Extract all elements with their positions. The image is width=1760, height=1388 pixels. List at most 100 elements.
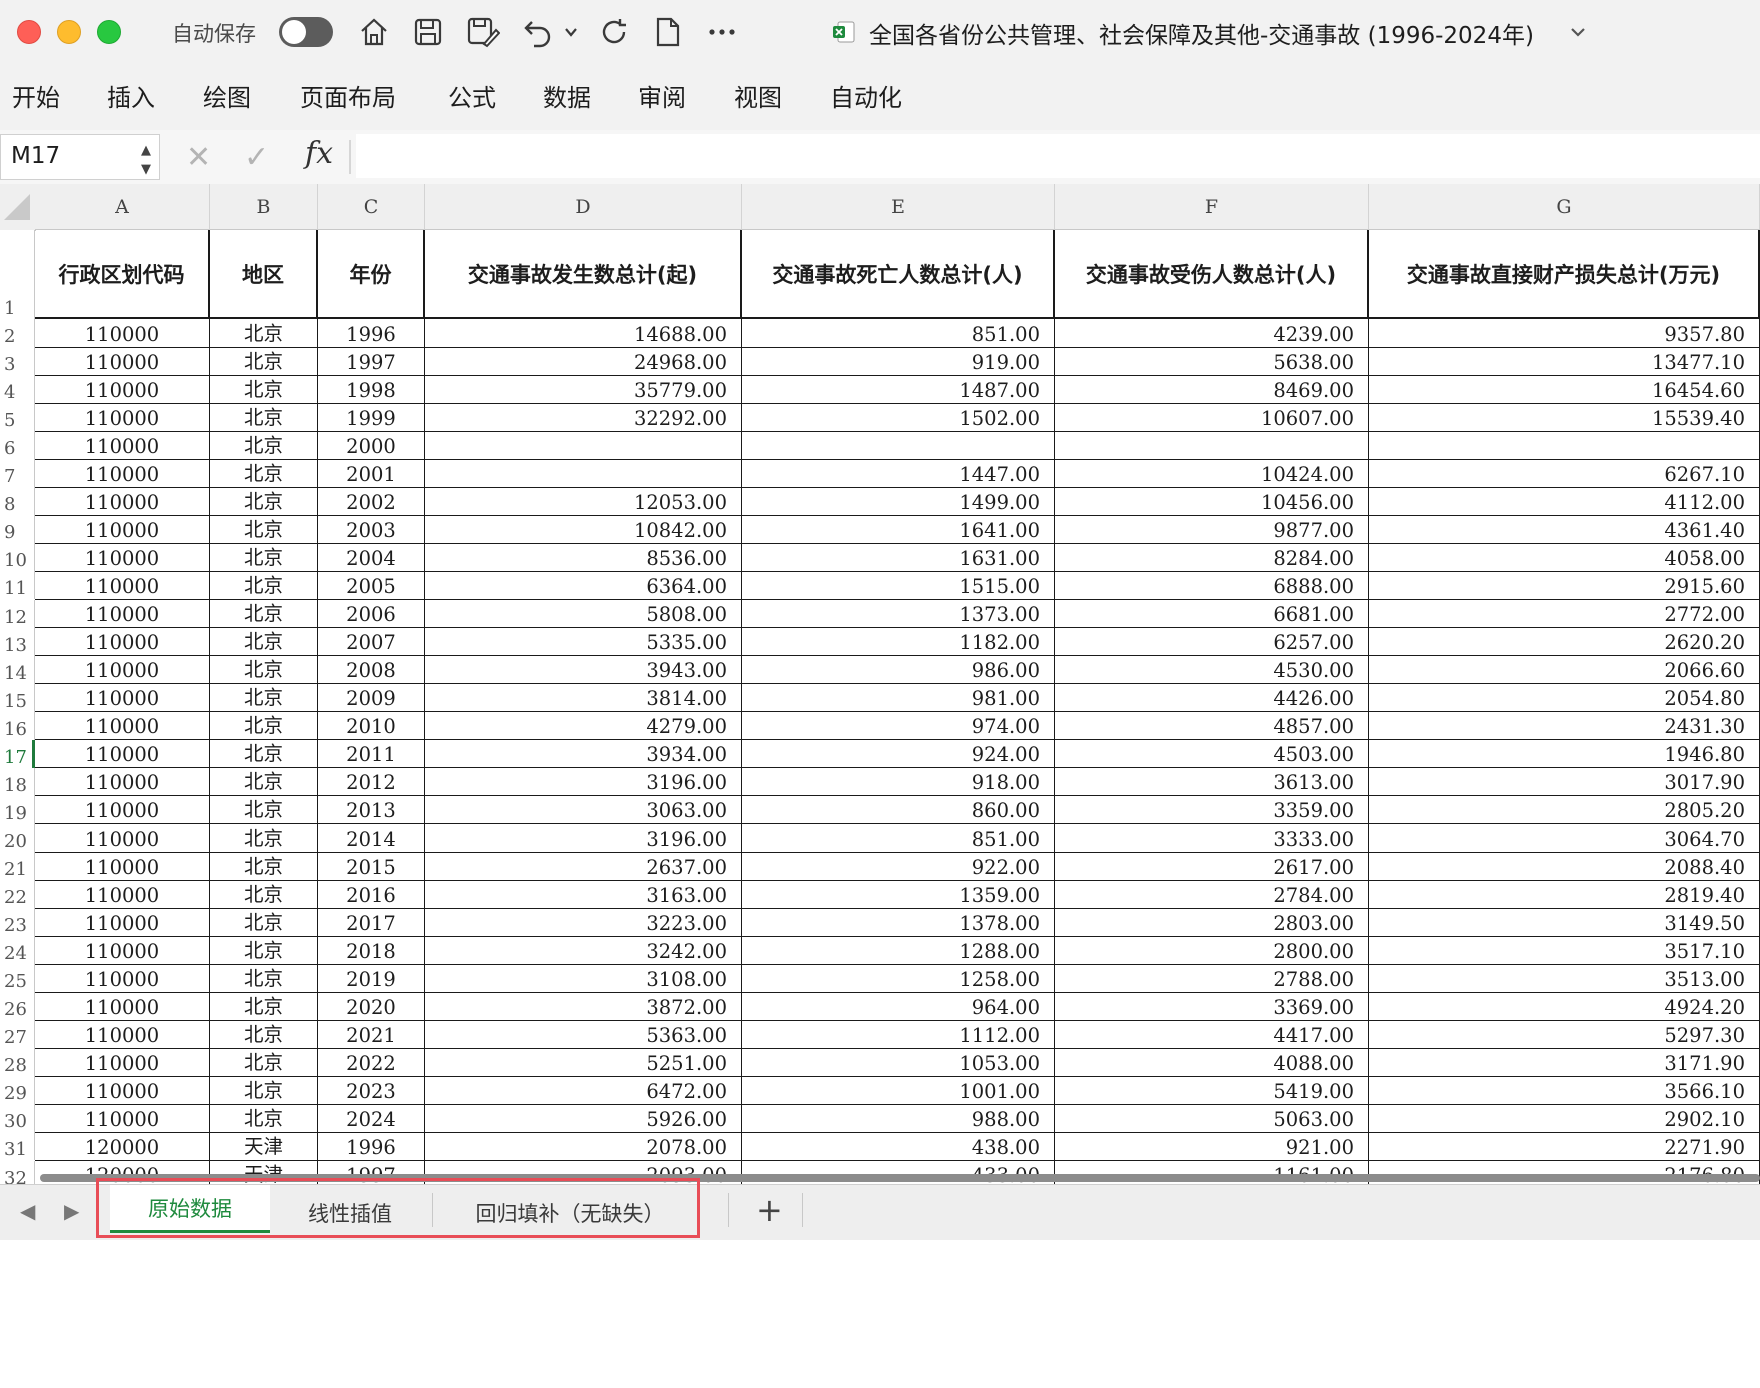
select-all-corner[interactable]: [0, 184, 36, 231]
save-as-icon[interactable]: [464, 14, 502, 50]
table-cell[interactable]: 北京: [210, 403, 318, 432]
tab-insert[interactable]: 插入: [107, 78, 155, 113]
table-cell[interactable]: 2020: [318, 992, 425, 1021]
table-cell[interactable]: 110000: [35, 599, 210, 629]
table-cell[interactable]: 1359.00: [742, 880, 1055, 909]
table-cell[interactable]: 2011: [318, 739, 425, 769]
table-cell[interactable]: 110000: [35, 964, 210, 993]
cancel-icon[interactable]: ✕: [186, 140, 211, 175]
table-cell[interactable]: 北京: [210, 375, 318, 404]
row-header[interactable]: 11: [0, 571, 35, 600]
table-cell[interactable]: 2006: [318, 599, 425, 629]
row-header[interactable]: 18: [0, 767, 35, 796]
table-cell[interactable]: 110000: [35, 347, 210, 376]
table-cell[interactable]: 2902.10: [1369, 1104, 1760, 1134]
table-cell[interactable]: 9877.00: [1055, 515, 1369, 544]
table-cell[interactable]: 1053.00: [742, 1048, 1055, 1077]
row-header[interactable]: 5: [0, 403, 35, 432]
table-cell[interactable]: 2772.00: [1369, 599, 1760, 629]
row-header[interactable]: 7: [0, 459, 35, 488]
redo-icon[interactable]: [596, 14, 632, 50]
table-cell[interactable]: 3242.00: [425, 936, 742, 965]
table-cell[interactable]: 1502.00: [742, 403, 1055, 432]
chevron-down-icon[interactable]: [562, 14, 580, 50]
insert-function-icon[interactable]: fx: [305, 136, 333, 171]
table-cell[interactable]: 110000: [35, 319, 210, 348]
column-header-b[interactable]: B: [210, 184, 318, 230]
table-cell[interactable]: 4279.00: [425, 711, 742, 741]
table-cell[interactable]: 6257.00: [1055, 627, 1369, 657]
row-header[interactable]: 21: [0, 851, 35, 880]
table-cell[interactable]: 2805.20: [1369, 795, 1760, 825]
more-icon[interactable]: [706, 14, 738, 50]
table-cell[interactable]: 3359.00: [1055, 795, 1369, 825]
table-cell[interactable]: 1288.00: [742, 936, 1055, 965]
table-cell[interactable]: 2637.00: [425, 851, 742, 881]
table-cell[interactable]: 2009: [318, 683, 425, 713]
table-cell[interactable]: 2054.80: [1369, 683, 1760, 713]
name-box-stepper-icon[interactable]: ▲ ▼: [141, 141, 151, 179]
table-cell[interactable]: 6888.00: [1055, 571, 1369, 601]
table-cell[interactable]: 110000: [35, 1048, 210, 1077]
table-cell[interactable]: 1487.00: [742, 375, 1055, 404]
table-cell[interactable]: 2016: [318, 880, 425, 909]
row-header[interactable]: 15: [0, 683, 35, 712]
row-header[interactable]: 26: [0, 992, 35, 1021]
table-cell[interactable]: 10842.00: [425, 515, 742, 544]
row-header[interactable]: 20: [0, 823, 35, 852]
table-cell[interactable]: 3566.10: [1369, 1076, 1760, 1105]
table-cell[interactable]: 2012: [318, 767, 425, 797]
table-cell[interactable]: 3872.00: [425, 992, 742, 1021]
header-cell[interactable]: 年份: [318, 230, 425, 319]
row-header[interactable]: 16: [0, 711, 35, 740]
table-cell[interactable]: 2788.00: [1055, 964, 1369, 993]
close-window-button[interactable]: [17, 20, 41, 44]
table-cell[interactable]: 6681.00: [1055, 599, 1369, 629]
table-cell[interactable]: [742, 431, 1055, 460]
table-cell[interactable]: 3943.00: [425, 655, 742, 685]
table-cell[interactable]: 860.00: [742, 795, 1055, 825]
table-cell[interactable]: 2014: [318, 823, 425, 853]
table-cell[interactable]: 4058.00: [1369, 543, 1760, 573]
table-cell[interactable]: 2013: [318, 795, 425, 825]
header-cell[interactable]: 交通事故死亡人数总计(人): [742, 230, 1055, 319]
table-cell[interactable]: 2078.00: [425, 1132, 742, 1162]
table-cell[interactable]: 110000: [35, 1104, 210, 1134]
table-cell[interactable]: 13477.10: [1369, 347, 1760, 376]
table-cell[interactable]: 4361.40: [1369, 515, 1760, 544]
table-cell[interactable]: 2088.40: [1369, 851, 1760, 881]
table-cell[interactable]: 北京: [210, 543, 318, 573]
table-cell[interactable]: 16454.60: [1369, 375, 1760, 404]
table-cell[interactable]: 2001: [318, 459, 425, 488]
prev-sheet-icon[interactable]: ◀: [20, 1199, 35, 1223]
table-cell[interactable]: 120000: [35, 1132, 210, 1162]
table-cell[interactable]: 3333.00: [1055, 823, 1369, 853]
table-cell[interactable]: 10456.00: [1055, 487, 1369, 516]
table-cell[interactable]: 2819.40: [1369, 880, 1760, 909]
table-cell[interactable]: 2431.30: [1369, 711, 1760, 741]
row-header[interactable]: 25: [0, 964, 35, 993]
table-cell[interactable]: 1499.00: [742, 487, 1055, 516]
table-cell[interactable]: 110000: [35, 1076, 210, 1105]
table-cell[interactable]: 北京: [210, 1104, 318, 1134]
table-cell[interactable]: 1631.00: [742, 543, 1055, 573]
table-cell[interactable]: 5063.00: [1055, 1104, 1369, 1134]
table-cell[interactable]: 4426.00: [1055, 683, 1369, 713]
table-cell[interactable]: 110000: [35, 627, 210, 657]
table-cell[interactable]: 6472.00: [425, 1076, 742, 1105]
row-header[interactable]: 12: [0, 599, 35, 628]
header-cell[interactable]: 地区: [210, 230, 318, 319]
table-cell[interactable]: 1258.00: [742, 964, 1055, 993]
table-cell[interactable]: 851.00: [742, 319, 1055, 348]
table-cell[interactable]: 3163.00: [425, 880, 742, 909]
table-cell[interactable]: 1515.00: [742, 571, 1055, 601]
table-cell[interactable]: 110000: [35, 487, 210, 516]
table-cell[interactable]: 5638.00: [1055, 347, 1369, 376]
table-cell[interactable]: 8284.00: [1055, 543, 1369, 573]
row-header[interactable]: 4: [0, 375, 35, 404]
row-header[interactable]: 31: [0, 1132, 35, 1161]
column-header-e[interactable]: E: [742, 184, 1055, 230]
add-sheet-button[interactable]: +: [756, 1191, 783, 1229]
table-cell[interactable]: 北京: [210, 823, 318, 853]
row-header[interactable]: 17: [0, 739, 35, 768]
